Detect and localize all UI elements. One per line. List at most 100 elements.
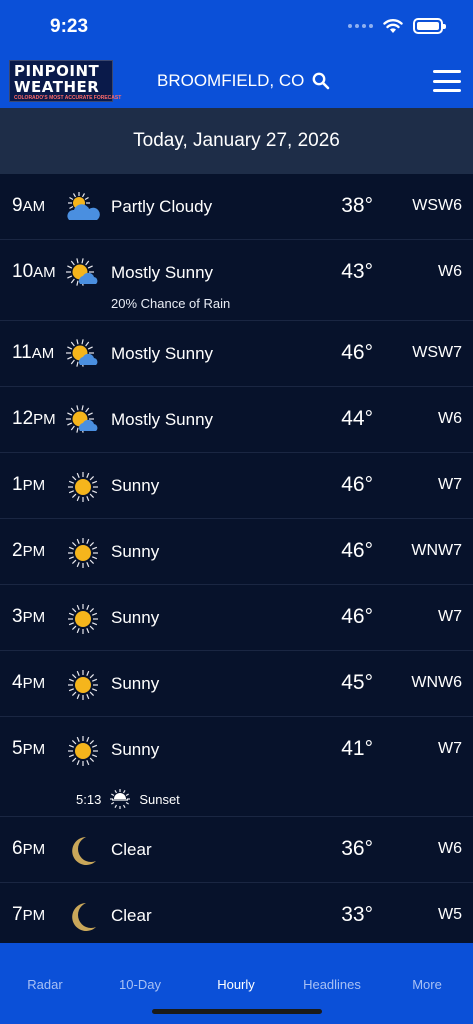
condition-label: Sunny [111, 674, 160, 693]
tab-more[interactable]: More [380, 977, 473, 992]
hour-ampm: PM [22, 477, 46, 494]
condition-label: Mostly Sunny [111, 263, 214, 282]
tab-bar: Radar 10-Day Hourly Headlines More [0, 943, 473, 1024]
hour-row[interactable]: 3PM Sunny 46° W7 [0, 585, 473, 651]
moon-icon [66, 834, 100, 868]
temperature: 46° [341, 605, 373, 628]
logo-line2: WEATHER [14, 78, 100, 96]
wind: WSW6 [412, 197, 462, 214]
temperature: 46° [341, 341, 373, 364]
condition-label: Mostly Sunny [111, 410, 214, 429]
hamburger-menu-icon[interactable] [433, 70, 461, 92]
tab-hourly[interactable]: Hourly [189, 977, 283, 992]
sunny-icon [66, 536, 100, 570]
location-selector[interactable]: BROOMFIELD, CO [157, 71, 330, 91]
hour-ampm: PM [22, 841, 46, 858]
tab-headlines[interactable]: Headlines [285, 977, 379, 992]
hour-time: 5PM [12, 738, 45, 760]
hour-value: 4 [12, 672, 23, 693]
hour-value: 3 [12, 606, 23, 627]
home-indicator [152, 1009, 322, 1014]
condition-label: Sunny [111, 608, 160, 627]
wind: W6 [438, 263, 462, 280]
hour-value: 6 [12, 838, 23, 859]
hourly-forecast-list[interactable]: 9AM Partly Cloudy 38° WSW6 10AM Mostly S… [0, 174, 473, 943]
temperature: 45° [341, 671, 373, 694]
hour-row[interactable]: 9AM Partly Cloudy 38° WSW6 [0, 174, 473, 240]
tab-10-day[interactable]: 10-Day [93, 977, 187, 992]
hour-ampm: PM [22, 741, 46, 758]
wind: W6 [438, 840, 462, 857]
hour-ampm: PM [22, 609, 46, 626]
hour-time: 12PM [12, 408, 56, 430]
partly-cloudy-icon [66, 191, 100, 225]
hour-row[interactable]: 11AM Mostly Sunny 46° WSW7 [0, 321, 473, 387]
hour-ampm: PM [22, 907, 46, 924]
temperature: 36° [341, 837, 373, 860]
sunny-icon [66, 668, 100, 702]
status-icons [348, 18, 446, 34]
temperature: 44° [341, 407, 373, 430]
signal-icon [348, 24, 373, 28]
temperature: 46° [341, 473, 373, 496]
hour-value: 11 [12, 342, 32, 363]
hour-time: 4PM [12, 672, 45, 694]
hour-value: 9 [12, 195, 23, 216]
sunset-time: 5:13 [76, 792, 102, 807]
wind: WNW7 [411, 542, 462, 559]
hour-row[interactable]: 5PM Sunny 41° W7 5:13 Sunset [0, 717, 473, 817]
condition-label: Clear [111, 906, 152, 925]
condition-label: Sunny [111, 476, 160, 495]
hour-row[interactable]: 4PM Sunny 45° WNW6 [0, 651, 473, 717]
wind: W7 [438, 476, 462, 493]
sunny-icon [66, 734, 100, 768]
moon-icon [66, 900, 100, 934]
hour-row[interactable]: 12PM Mostly Sunny 44° W6 [0, 387, 473, 453]
hour-row[interactable]: 1PM Sunny 46° W7 [0, 453, 473, 519]
condition-label: Partly Cloudy [111, 197, 213, 216]
sunset-icon [109, 787, 131, 812]
hour-value: 10 [12, 261, 34, 282]
hour-value: 7 [12, 904, 23, 925]
hour-time: 6PM [12, 838, 45, 860]
hour-ampm: AM [22, 198, 46, 215]
hour-row[interactable]: 2PM Sunny 46° WNW7 [0, 519, 473, 585]
logo-line1: PINPOINT [14, 62, 100, 80]
hour-time: 2PM [12, 540, 45, 562]
hour-ampm: PM [22, 675, 46, 692]
logo-tagline: COLORADO'S MOST ACCURATE FORECAST [14, 95, 122, 101]
condition-label: Mostly Sunny [111, 344, 214, 363]
sunset-info: 5:13 Sunset [76, 787, 180, 812]
mostly-sunny-icon [66, 404, 100, 438]
hour-row[interactable]: 7PM Clear 33° W5 [0, 883, 473, 943]
hour-value: 1 [12, 474, 23, 495]
wind: W5 [438, 906, 462, 923]
hour-time: 9AM [12, 195, 45, 217]
hour-value: 2 [12, 540, 23, 561]
location-label: BROOMFIELD, CO [157, 71, 305, 90]
app-header: PINPOINT WEATHER COLORADO'S MOST ACCURAT… [0, 54, 473, 108]
hour-row[interactable]: 10AM Mostly Sunny 43° W6 20% Chance of R… [0, 240, 473, 321]
hour-row[interactable]: 6PM Clear 36° W6 [0, 817, 473, 883]
wind: WNW6 [411, 674, 462, 691]
search-icon [312, 72, 330, 90]
temperature: 38° [341, 194, 373, 217]
hour-time: 10AM [12, 261, 56, 283]
wind: W7 [438, 740, 462, 757]
hour-time: 11AM [12, 342, 54, 364]
condition-label: Sunny [111, 740, 160, 759]
pinpoint-weather-logo[interactable]: PINPOINT WEATHER COLORADO'S MOST ACCURAT… [9, 60, 122, 102]
condition-label: Sunny [111, 542, 160, 561]
hour-value: 12 [12, 408, 34, 429]
hour-value: 5 [12, 738, 23, 759]
hour-ampm: AM [31, 345, 55, 362]
wind: WSW7 [412, 344, 462, 361]
hour-time: 3PM [12, 606, 45, 628]
tab-radar[interactable]: Radar [0, 977, 92, 992]
condition-label: Clear [111, 840, 152, 859]
battery-icon [413, 18, 446, 34]
temperature: 43° [341, 260, 373, 283]
sunset-label: Sunset [139, 792, 180, 807]
hour-ampm: PM [33, 411, 56, 428]
mostly-sunny-icon [66, 257, 100, 291]
